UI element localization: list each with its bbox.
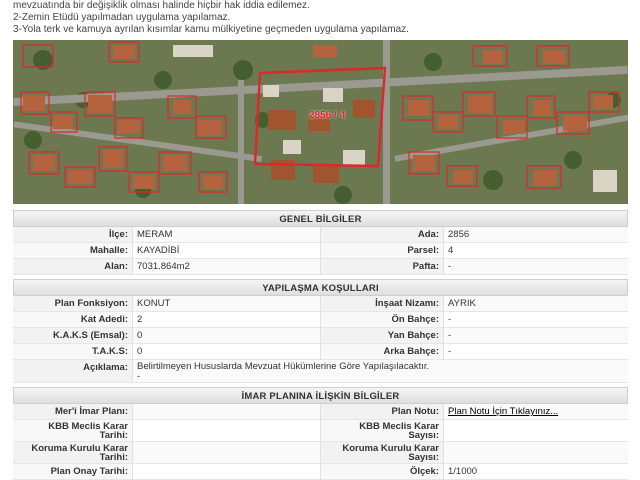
- kbb-decision-number-value: [444, 420, 628, 441]
- plan-approval-date-value: [133, 464, 321, 479]
- plan-function-label: Plan Fonksiyon:: [13, 296, 133, 311]
- taks-value: 0: [133, 344, 321, 359]
- plan-note-label: Plan Notu:: [321, 404, 444, 419]
- description-extra: -: [137, 371, 141, 382]
- description-label: Açıklama:: [13, 360, 133, 382]
- label-line: Sayısı:: [408, 429, 439, 441]
- parsel-label: Parsel:: [321, 243, 444, 258]
- pafta-label: Pafta:: [321, 259, 444, 274]
- board-decision-date-value: [133, 442, 321, 463]
- ada-label: Ada:: [321, 227, 444, 242]
- ilce-label: İlçe:: [13, 227, 133, 242]
- construction-order-value: AYRIK: [444, 296, 628, 311]
- plan-note-link[interactable]: Plan Notu İçin Tıklayınız...: [448, 406, 558, 417]
- section-title: İMAR PLANINA İLİŞKİN BİLGİLER: [13, 387, 628, 404]
- mahalle-value: KAYADİBİ: [133, 243, 321, 258]
- board-decision-number-value: [444, 442, 628, 463]
- side-yard-label: Yan Bahçe:: [321, 328, 444, 343]
- parcel-label: 2856 / 4: [309, 110, 346, 121]
- building-conditions-section: YAPILAŞMA KOŞULLARI Plan Fonksiyon: KONU…: [13, 279, 628, 383]
- alan-label: Alan:: [13, 259, 133, 274]
- kbb-decision-number-label: KBB Meclis Karar Sayısı:: [321, 420, 444, 441]
- plan-approval-date-label: Plan Onay Tarihi:: [13, 464, 133, 479]
- kaks-value: 0: [133, 328, 321, 343]
- kbb-decision-date-label: KBB Meclis Karar Tarihi:: [13, 420, 133, 441]
- floor-count-value: 2: [133, 312, 321, 327]
- parcel-map[interactable]: 2856 / 4: [13, 40, 628, 204]
- description-value: Belirtilmeyen Hususlarda Mevzuat Hükümle…: [133, 360, 628, 382]
- label-line: Sayısı:: [408, 451, 439, 463]
- side-yard-value: -: [444, 328, 628, 343]
- back-yard-label: Arka Bahçe:: [321, 344, 444, 359]
- label-line: Tarihi:: [99, 451, 128, 463]
- pafta-value: -: [444, 259, 628, 274]
- plan-notes: mevzuatında bir değişiklik olması halind…: [13, 0, 633, 36]
- current-plan-value: [133, 404, 321, 419]
- description-text: Belirtilmeyen Hususlarda Mevzuat Hükümle…: [137, 361, 430, 372]
- scale-value: 1/1000: [444, 464, 628, 479]
- mahalle-label: Mahalle:: [13, 243, 133, 258]
- current-plan-label: Mer'i İmar Planı:: [13, 404, 133, 419]
- section-title: YAPILAŞMA KOŞULLARI: [13, 279, 628, 296]
- ilce-value: MERAM: [133, 227, 321, 242]
- plan-function-value: KONUT: [133, 296, 321, 311]
- note-line: 2-Zemin Etüdü yapılmadan uygulama yapıla…: [13, 12, 231, 23]
- scale-label: Ölçek:: [321, 464, 444, 479]
- kbb-decision-date-value: [133, 420, 321, 441]
- zoning-plan-section: İMAR PLANINA İLİŞKİN BİLGİLER Mer'i İmar…: [13, 387, 628, 480]
- back-yard-value: -: [444, 344, 628, 359]
- note-line: 3-Yola terk ve kamuya ayrılan kısımlar k…: [13, 24, 409, 35]
- floor-count-label: Kat Adedi:: [13, 312, 133, 327]
- parsel-value: 4: [444, 243, 628, 258]
- front-yard-value: -: [444, 312, 628, 327]
- section-title: GENEL BİLGİLER: [13, 210, 628, 227]
- ada-value: 2856: [444, 227, 628, 242]
- aerial-map-image: [13, 40, 628, 204]
- label-line: Tarihi:: [99, 429, 128, 441]
- board-decision-date-label: Koruma Kurulu Karar Tarihi:: [13, 442, 133, 463]
- construction-order-label: İnşaat Nizamı:: [321, 296, 444, 311]
- front-yard-label: Ön Bahçe:: [321, 312, 444, 327]
- general-info-section: GENEL BİLGİLER İlçe: MERAM Ada: 2856 Mah…: [13, 210, 628, 275]
- note-line: mevzuatında bir değişiklik olması halind…: [13, 0, 310, 11]
- board-decision-number-label: Koruma Kurulu Karar Sayısı:: [321, 442, 444, 463]
- alan-value: 7031.864m2: [133, 259, 321, 274]
- plan-note-cell: Plan Notu İçin Tıklayınız...: [444, 404, 628, 419]
- kaks-label: K.A.K.S (Emsal):: [13, 328, 133, 343]
- taks-label: T.A.K.S:: [13, 344, 133, 359]
